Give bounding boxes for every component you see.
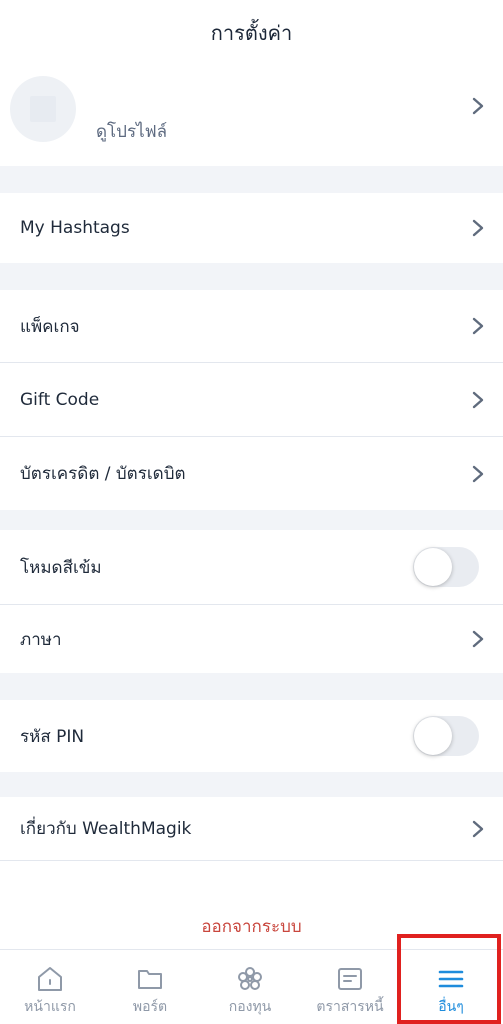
menu-item-label: My Hashtags: [20, 218, 130, 238]
menu-item-label: รหัส PIN: [20, 726, 85, 747]
menu-item-label: ภาษา: [20, 629, 62, 650]
tab-label: กองทุน: [228, 999, 272, 1015]
menu-item-gift-code[interactable]: Gift Code: [0, 363, 503, 436]
tab-label: อื่นๆ: [438, 999, 464, 1015]
fund-icon: [236, 965, 264, 993]
menu-item-cards[interactable]: บัตรเครดิต / บัตรเดบิต: [0, 437, 503, 510]
dark-mode-toggle[interactable]: [413, 547, 479, 587]
logout-button[interactable]: ออกจากระบบ: [0, 913, 503, 940]
chevron-right-icon: [472, 630, 484, 648]
toggle-knob: [414, 717, 452, 755]
menu-item-label: Gift Code: [20, 389, 100, 410]
home-icon: [36, 965, 64, 993]
tab-funds[interactable]: กองทุน: [200, 950, 300, 1024]
profile-row[interactable]: ดูโปรไฟล์: [0, 70, 503, 166]
tab-label: พอร์ต: [132, 999, 168, 1015]
menu-item-package[interactable]: แพ็คเกจ: [0, 290, 503, 362]
bottom-tab-bar: หน้าแรก พอร์ต กองทุน ตราสารหนี้ อื่นๆ: [0, 949, 503, 1024]
avatar-placeholder-icon: [30, 96, 56, 122]
menu-icon: [437, 965, 465, 993]
menu-item-dark-mode: โหมดสีเข้ม: [0, 530, 503, 604]
menu-item-label: บัตรเครดิต / บัตรเดบิต: [20, 464, 186, 484]
bond-icon: [336, 965, 364, 993]
tab-label: หน้าแรก: [24, 999, 76, 1015]
menu-item-label: แพ็คเกจ: [20, 316, 80, 337]
chevron-right-icon: [472, 820, 484, 838]
tab-portfolio[interactable]: พอร์ต: [100, 950, 200, 1024]
menu-item-pin: รหัส PIN: [0, 700, 503, 772]
chevron-right-icon: [472, 465, 484, 483]
tab-more[interactable]: อื่นๆ: [401, 950, 501, 1024]
page-title: การตั้งค่า: [210, 21, 293, 45]
chevron-right-icon: [472, 317, 484, 335]
pin-toggle[interactable]: [413, 716, 479, 756]
avatar: [10, 76, 76, 142]
menu-item-about[interactable]: เกี่ยวกับ WealthMagik: [0, 797, 503, 860]
view-profile-label: ดูโปรไฟล์: [96, 122, 168, 142]
menu-item-label: เกี่ยวกับ WealthMagik: [20, 819, 192, 839]
menu-item-hashtags[interactable]: My Hashtags: [0, 193, 503, 263]
folder-icon: [136, 965, 164, 993]
tab-home[interactable]: หน้าแรก: [0, 950, 100, 1024]
logout-section: ออกจากระบบ: [0, 861, 503, 949]
toggle-knob: [414, 548, 452, 586]
chevron-right-icon: [472, 391, 484, 409]
menu-item-language[interactable]: ภาษา: [0, 605, 503, 673]
chevron-right-icon: [472, 97, 484, 115]
chevron-right-icon: [472, 219, 484, 237]
top-bar: การตั้งค่า: [0, 0, 503, 70]
menu-item-label: โหมดสีเข้ม: [20, 557, 102, 578]
tab-label: ตราสารหนี้: [316, 999, 384, 1015]
tab-bonds[interactable]: ตราสารหนี้: [300, 950, 400, 1024]
